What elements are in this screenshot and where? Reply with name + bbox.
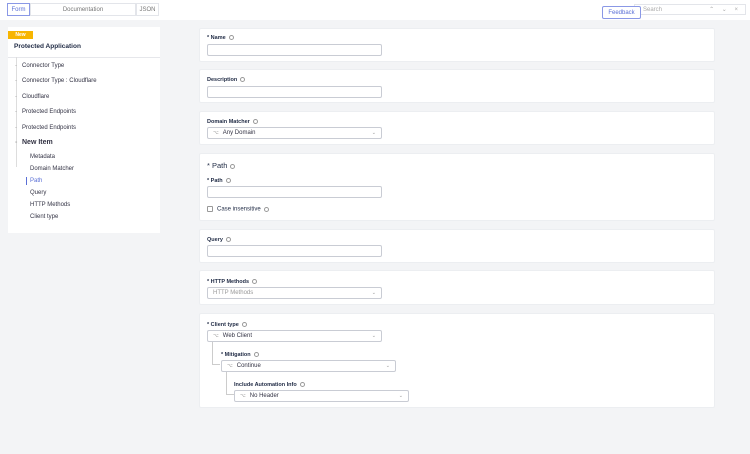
variant-icon: ⌥ xyxy=(240,393,246,399)
info-icon xyxy=(225,178,231,184)
query-input[interactable] xyxy=(207,245,382,257)
domain-matcher-label: Domain Matcher xyxy=(207,119,258,125)
label: Protected Endpoints xyxy=(22,109,77,115)
http-methods-select[interactable]: HTTP Methods ⌄ xyxy=(207,287,382,299)
tab-json[interactable]: JSON xyxy=(136,3,159,16)
domain-matcher-select[interactable]: ⌥ Any Domain ⌄ xyxy=(207,127,382,139)
label: New Item xyxy=(22,139,53,146)
sidebar-sub-client-type[interactable]: Client type xyxy=(30,214,58,220)
name-panel: * Name xyxy=(199,28,715,62)
info-icon xyxy=(253,352,259,358)
client-type-label: * Client type xyxy=(207,322,247,328)
chevron-down-icon: ⌄ xyxy=(385,363,390,369)
sidebar-title: Protected Application xyxy=(14,43,81,50)
search-input[interactable]: Search ⌃ ⌄ × xyxy=(634,4,746,15)
info-icon xyxy=(252,279,258,285)
sidebar-sub-path[interactable]: Path xyxy=(25,177,42,185)
chevron-down-icon: ⌄ xyxy=(371,333,376,339)
query-label: Query xyxy=(207,237,231,243)
sidebar-item-connector-type[interactable]: - Connector Type xyxy=(15,63,65,69)
mitigation-label: * Mitigation xyxy=(221,352,259,358)
client-type-select[interactable]: ⌥ Web Client ⌄ xyxy=(207,330,382,342)
new-badge: New xyxy=(8,31,33,39)
chevron-down-icon: ⌄ xyxy=(371,290,376,296)
info-icon xyxy=(252,119,258,125)
label: Cloudflare xyxy=(22,94,50,100)
sidebar-item-protected-endpoints-2[interactable]: - Protected Endpoints xyxy=(15,125,77,131)
info-icon xyxy=(263,206,269,212)
label: Connector Type xyxy=(22,63,65,69)
info-icon xyxy=(228,35,234,41)
mitigation-select[interactable]: ⌥ Continue ⌄ xyxy=(221,360,396,372)
automation-select[interactable]: ⌥ No Header ⌄ xyxy=(234,390,409,402)
divider xyxy=(8,57,160,58)
automation-label: Include Automation Info xyxy=(234,382,305,388)
info-icon xyxy=(241,322,247,328)
http-methods-panel: * HTTP Methods HTTP Methods ⌄ xyxy=(199,270,715,305)
variant-icon: ⌥ xyxy=(213,130,219,136)
info-icon xyxy=(299,382,305,388)
label: Protected Endpoints xyxy=(22,125,77,131)
info-icon xyxy=(230,163,236,169)
sidebar-item-cloudflare[interactable]: - Cloudflare xyxy=(15,94,50,100)
label: Connector Type : Cloudflare xyxy=(22,78,97,84)
sidebar-item-connector-type-cloudflare[interactable]: - Connector Type : Cloudflare xyxy=(15,78,97,84)
path-panel: * Path * Path Case insensitive xyxy=(199,153,715,221)
path-label: * Path xyxy=(207,178,231,184)
description-label: Description xyxy=(207,77,246,83)
feedback-button[interactable]: Feedback xyxy=(602,6,641,19)
client-type-panel: * Client type ⌥ Web Client ⌄ * Mitigation … xyxy=(199,313,715,408)
http-methods-label: * HTTP Methods xyxy=(207,279,258,285)
variant-icon: ⌥ xyxy=(213,333,219,339)
variant-icon: ⌥ xyxy=(227,363,233,369)
description-input[interactable] xyxy=(207,86,382,98)
description-panel: Description xyxy=(199,69,715,103)
query-panel: Query xyxy=(199,229,715,263)
sidebar-item-protected-endpoints[interactable]: - Protected Endpoints xyxy=(15,109,77,115)
chevron-down-icon: ⌄ xyxy=(371,130,376,136)
search-placeholder: Search xyxy=(643,6,663,13)
connector-line xyxy=(212,342,220,365)
sidebar-sub-http-methods[interactable]: HTTP Methods xyxy=(30,202,70,208)
info-icon xyxy=(225,237,231,243)
sidebar-item-new-item[interactable]: - New Item xyxy=(15,139,53,146)
connector-line xyxy=(226,372,234,395)
sidebar-sub-query[interactable]: Query xyxy=(30,190,46,196)
info-icon xyxy=(240,77,246,83)
name-input[interactable] xyxy=(207,44,382,56)
sidebar: New Protected Application - Connector Typ… xyxy=(8,27,160,233)
tab-documentation[interactable]: Documentation xyxy=(30,3,136,16)
name-label: * Name xyxy=(207,35,234,41)
path-section-title: * Path xyxy=(207,161,236,170)
chevron-down-icon: ⌄ xyxy=(398,393,403,399)
search-nav-icons[interactable]: ⌃ ⌄ × xyxy=(709,6,741,13)
sidebar-sub-metadata[interactable]: Metadata xyxy=(30,154,55,160)
domain-matcher-panel: Domain Matcher ⌥ Any Domain ⌄ xyxy=(199,111,715,145)
case-insensitive-checkbox[interactable]: Case insensitive xyxy=(207,206,269,213)
tab-form[interactable]: Form xyxy=(7,3,30,16)
sidebar-sub-domain-matcher[interactable]: Domain Matcher xyxy=(30,166,74,172)
path-input[interactable] xyxy=(207,186,382,198)
